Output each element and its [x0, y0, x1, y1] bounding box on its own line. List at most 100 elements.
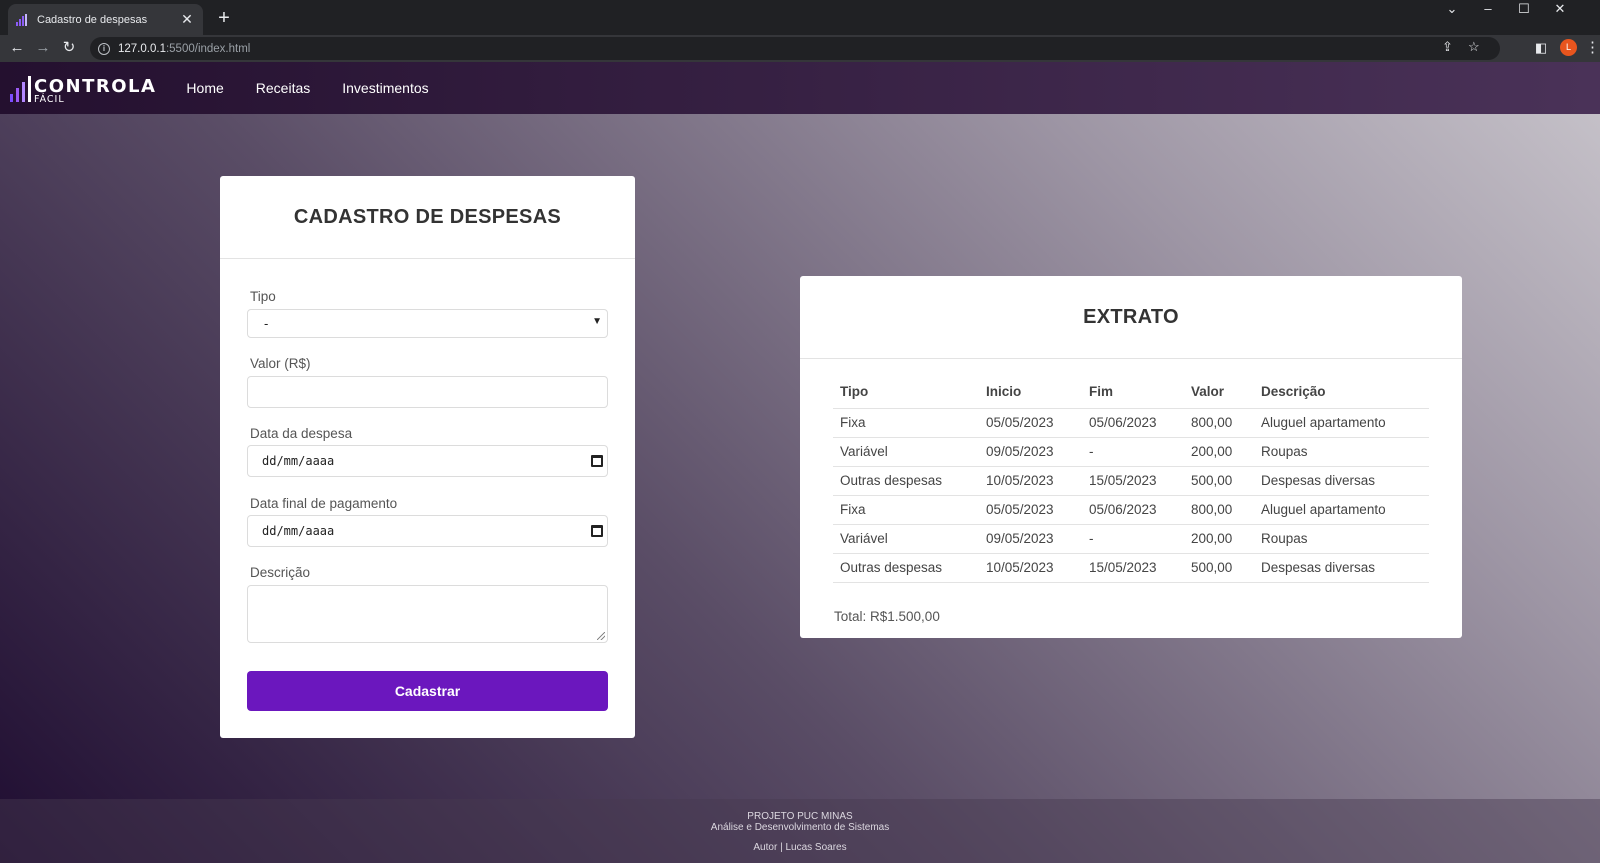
- cell-tipo: Outras despesas: [833, 553, 979, 583]
- logo[interactable]: CONTROLA FÁCIL: [10, 72, 156, 104]
- cell-inicio: 05/05/2023: [979, 495, 1082, 525]
- maximize-icon[interactable]: ☐: [1509, 0, 1539, 20]
- cell-fim: -: [1082, 437, 1184, 467]
- back-arrow-icon[interactable]: ←: [7, 38, 27, 58]
- table-row: Outras despesas 10/05/2023 15/05/2023 50…: [833, 466, 1429, 496]
- table-row: Fixa 05/05/2023 05/06/2023 800,00 Alugue…: [833, 495, 1429, 525]
- bookmark-star-icon[interactable]: ☆: [1468, 39, 1480, 55]
- address-bar[interactable]: i 127.0.0.1:5500/index.html ⇪ ☆: [90, 37, 1500, 60]
- cell-inicio: 10/05/2023: [979, 466, 1082, 496]
- column-header: Fim: [1082, 376, 1184, 409]
- tab-search-icon[interactable]: ⌄: [1437, 0, 1467, 20]
- page-footer: PROJETO PUC MINAS Análise e Desenvolvime…: [0, 799, 1600, 863]
- cell-descricao: Aluguel apartamento: [1254, 408, 1429, 438]
- tipo-selected-value: -: [264, 316, 269, 331]
- tipo-label: Tipo: [250, 289, 276, 304]
- chart-bars-icon: [16, 13, 30, 26]
- table-row: Fixa 05/05/2023 05/06/2023 800,00 Alugue…: [833, 408, 1429, 438]
- data-despesa-input[interactable]: dd/mm/aaaa: [247, 445, 608, 477]
- browser-tab[interactable]: Cadastro de despesas ✕: [8, 4, 203, 35]
- url-path: :5500/index.html: [165, 42, 251, 55]
- browser-tabstrip: Cadastro de despesas ✕ + ⌄ – ☐ ✕: [0, 0, 1600, 35]
- extrato-table: Tipo Inicio Fim Valor Descrição Fixa 05/…: [833, 376, 1429, 583]
- cell-descricao: Despesas diversas: [1254, 466, 1429, 496]
- side-panel-icon[interactable]: ◧: [1531, 38, 1551, 58]
- url-host: 127.0.0.1: [118, 42, 166, 55]
- extrato-total: Total: R$1.500,00: [834, 609, 940, 624]
- forward-arrow-icon[interactable]: →: [33, 38, 53, 58]
- descricao-label: Descrição: [250, 565, 311, 580]
- cell-valor: 200,00: [1184, 524, 1254, 554]
- tipo-select[interactable]: - ▼: [247, 309, 608, 338]
- column-header: Tipo: [833, 376, 979, 409]
- cell-fim: 05/06/2023: [1082, 495, 1184, 525]
- cell-inicio: 09/05/2023: [979, 437, 1082, 467]
- footer-author: Autor | Lucas Soares: [753, 842, 847, 853]
- kebab-menu-icon[interactable]: ⋮: [1585, 38, 1600, 58]
- logo-bars-icon: [10, 76, 31, 102]
- footer-course: Análise e Desenvolvimento de Sistemas: [710, 822, 890, 833]
- footer-project: PROJETO PUC MINAS: [747, 811, 853, 822]
- cell-fim: -: [1082, 524, 1184, 554]
- nav-link-investimentos[interactable]: Investimentos: [342, 80, 428, 96]
- cell-tipo: Variável: [833, 437, 979, 467]
- cell-valor: 500,00: [1184, 553, 1254, 583]
- valor-input[interactable]: [247, 376, 608, 408]
- top-navbar: CONTROLA FÁCIL Home Receitas Investiment…: [0, 62, 1600, 114]
- table-row: Variável 09/05/2023 - 200,00 Roupas: [833, 524, 1429, 554]
- page-viewport: CONTROLA FÁCIL Home Receitas Investiment…: [0, 62, 1600, 863]
- cell-valor: 200,00: [1184, 437, 1254, 467]
- logo-sub-text: FÁCIL: [34, 93, 65, 105]
- cell-tipo: Fixa: [833, 495, 979, 525]
- cell-fim: 15/05/2023: [1082, 466, 1184, 496]
- cell-descricao: Despesas diversas: [1254, 553, 1429, 583]
- reload-icon[interactable]: ↻: [59, 38, 79, 58]
- expense-form-card: CADASTRO DE DESPESAS Tipo - ▼ Valor (R$)…: [220, 176, 635, 738]
- data-final-label: Data final de pagamento: [250, 496, 398, 511]
- cell-descricao: Aluguel apartamento: [1254, 495, 1429, 525]
- nav-link-home[interactable]: Home: [186, 80, 223, 96]
- column-header: Inicio: [979, 376, 1082, 409]
- site-info-icon[interactable]: i: [98, 42, 110, 55]
- form-title: CADASTRO DE DESPESAS: [293, 205, 562, 228]
- close-tab-icon[interactable]: ✕: [179, 11, 195, 28]
- cell-descricao: Roupas: [1254, 524, 1429, 554]
- cell-inicio: 05/05/2023: [979, 408, 1082, 438]
- form-header: CADASTRO DE DESPESAS: [220, 176, 635, 259]
- data-despesa-placeholder: dd/mm/aaaa: [262, 454, 335, 468]
- extrato-title: EXTRATO: [1083, 305, 1179, 328]
- cell-fim: 15/05/2023: [1082, 553, 1184, 583]
- nav-link-receitas[interactable]: Receitas: [256, 80, 310, 96]
- cell-descricao: Roupas: [1254, 437, 1429, 467]
- calendar-icon[interactable]: [591, 525, 603, 537]
- new-tab-icon[interactable]: +: [212, 7, 236, 31]
- cell-tipo: Variável: [833, 524, 979, 554]
- extrato-header: EXTRATO: [800, 276, 1462, 359]
- cadastrar-button[interactable]: Cadastrar: [247, 671, 608, 711]
- browser-toolbar: ← → ↻ i 127.0.0.1:5500/index.html ⇪ ☆ ◧ …: [0, 35, 1600, 62]
- cell-inicio: 10/05/2023: [979, 553, 1082, 583]
- cell-valor: 800,00: [1184, 408, 1254, 438]
- calendar-icon[interactable]: [591, 455, 603, 467]
- cell-inicio: 09/05/2023: [979, 524, 1082, 554]
- table-row: Variável 09/05/2023 - 200,00 Roupas: [833, 437, 1429, 467]
- close-window-icon[interactable]: ✕: [1545, 0, 1575, 20]
- chevron-down-icon: ▼: [592, 316, 602, 327]
- descricao-textarea[interactable]: [247, 585, 608, 643]
- cell-valor: 800,00: [1184, 495, 1254, 525]
- table-row: Outras despesas 10/05/2023 15/05/2023 50…: [833, 553, 1429, 583]
- data-final-input[interactable]: dd/mm/aaaa: [247, 515, 608, 547]
- table-header-row: Tipo Inicio Fim Valor Descrição: [833, 376, 1429, 409]
- cell-valor: 500,00: [1184, 466, 1254, 496]
- logo-main-text: CONTROLA: [34, 75, 157, 97]
- data-final-placeholder: dd/mm/aaaa: [262, 524, 335, 538]
- profile-avatar[interactable]: L: [1560, 39, 1577, 56]
- cell-tipo: Fixa: [833, 408, 979, 438]
- resize-grip-icon[interactable]: [597, 632, 605, 640]
- extrato-card: EXTRATO Tipo Inicio Fim Valor Descrição …: [800, 276, 1462, 638]
- tab-title: Cadastro de despesas: [37, 13, 148, 26]
- cell-tipo: Outras despesas: [833, 466, 979, 496]
- cell-fim: 05/06/2023: [1082, 408, 1184, 438]
- share-icon[interactable]: ⇪: [1442, 39, 1453, 55]
- minimize-icon[interactable]: –: [1473, 0, 1503, 20]
